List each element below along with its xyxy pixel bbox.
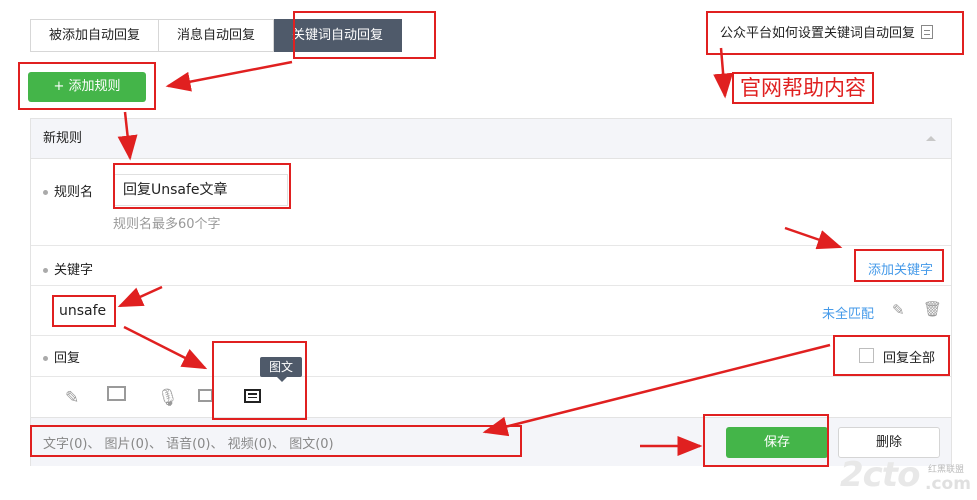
arrow-add-keyword — [784, 226, 843, 250]
watermark-com: .com — [925, 474, 971, 494]
arrow-tab-to-add — [165, 60, 293, 92]
arrow-news — [123, 325, 208, 370]
annotation-arrows — [117, 47, 843, 456]
watermark-logo: 2cto — [840, 455, 920, 495]
arrow-help — [713, 47, 734, 99]
arrow-add-to-name — [117, 111, 138, 161]
arrow-keyword — [117, 285, 163, 308]
arrow-counts — [482, 343, 831, 437]
